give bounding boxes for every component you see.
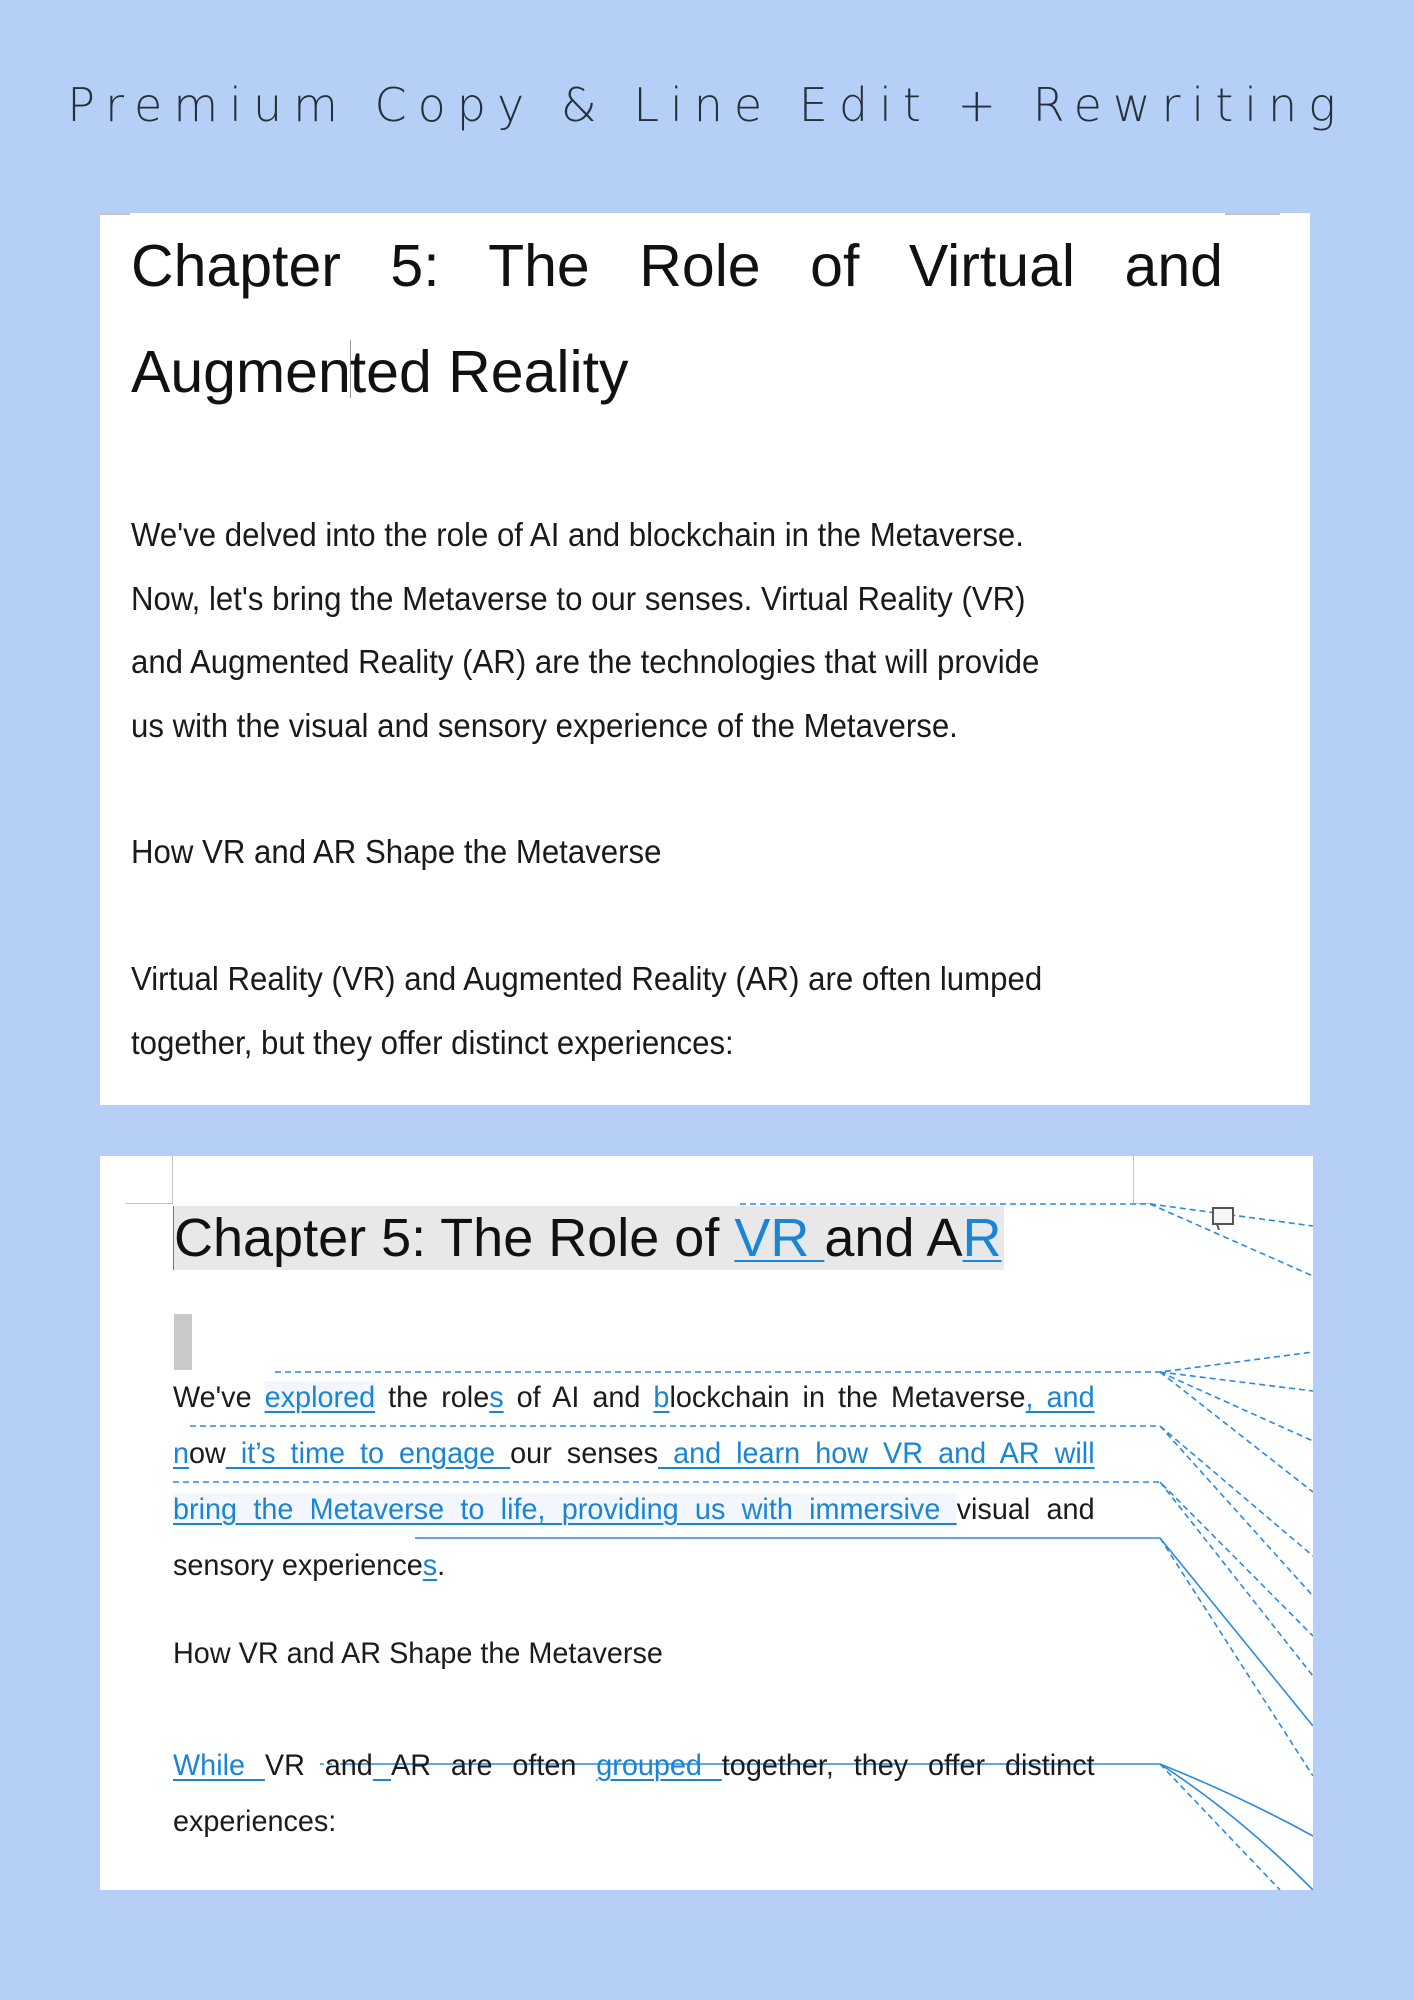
inserted-text[interactable]: grouped bbox=[596, 1749, 722, 1782]
empty-paragraph-marker bbox=[174, 1314, 192, 1370]
change-connector bbox=[1159, 1371, 1313, 1392]
text-line: We've delved into the role of AI and blo… bbox=[131, 516, 1024, 553]
inserted-text[interactable]: While bbox=[173, 1749, 265, 1782]
edited-chapter-heading: Chapter 5: The Role of VR and AR bbox=[173, 1206, 1004, 1270]
inserted-text[interactable]: b bbox=[653, 1381, 669, 1414]
margin-corner-mark bbox=[172, 1156, 173, 1203]
change-connector bbox=[275, 1351, 1313, 1373]
original-text: together, they offer distinct bbox=[721, 1749, 1095, 1782]
original-text: experiences: bbox=[173, 1805, 337, 1838]
change-connector bbox=[1159, 1425, 1313, 1597]
comment-icon[interactable] bbox=[1212, 1207, 1234, 1225]
edited-document-page: Chapter 5: The Role of VR and AR We've e… bbox=[100, 1156, 1313, 1890]
heading-line: Augmented Reality bbox=[131, 319, 1223, 425]
heading-text: and A bbox=[824, 1208, 963, 1268]
inserted-text[interactable]: it’s time to engage bbox=[226, 1437, 510, 1470]
original-text: our senses bbox=[510, 1437, 659, 1470]
format-change-connector bbox=[1159, 1763, 1313, 1890]
text-line: We've explored the roles of AI and block… bbox=[173, 1370, 1095, 1426]
inserted-text[interactable]: VR bbox=[734, 1208, 824, 1268]
original-subheading: How VR and AR Shape the Metaverse bbox=[131, 833, 662, 870]
text-line: and Augmented Reality (AR) are the techn… bbox=[131, 643, 1040, 680]
change-connector bbox=[1159, 1371, 1313, 1442]
inserted-text[interactable]: s bbox=[489, 1381, 503, 1414]
change-connector bbox=[1159, 1371, 1313, 1493]
margin-corner-mark bbox=[100, 213, 130, 215]
margin-corner-mark bbox=[1133, 1156, 1134, 1203]
heading-text: ted Reality bbox=[349, 339, 629, 405]
edited-paragraph-intro: We've explored the roles of AI and block… bbox=[173, 1370, 1133, 1594]
original-document-page: Chapter 5: The Role of Virtual and Augme… bbox=[100, 213, 1310, 1105]
inserted-text[interactable] bbox=[373, 1749, 391, 1782]
text-line: While VR and AR are often grouped togeth… bbox=[173, 1738, 1095, 1794]
text-line: sensory experiences. bbox=[173, 1538, 1095, 1594]
original-text: of AI and bbox=[503, 1381, 654, 1414]
original-chapter-heading: Chapter 5: The Role of Virtual and Augme… bbox=[131, 213, 1223, 425]
original-text: the role bbox=[375, 1381, 490, 1414]
inserted-text[interactable]: s bbox=[423, 1549, 437, 1582]
margin-corner-mark bbox=[1133, 1203, 1153, 1204]
original-text: We've bbox=[173, 1381, 265, 1414]
original-text: visual and bbox=[956, 1493, 1095, 1526]
original-text: ow bbox=[189, 1437, 226, 1470]
original-paragraph-intro: We've delved into the role of AI and blo… bbox=[131, 503, 1171, 757]
text-line: bring the Metaverse to life, providing u… bbox=[173, 1482, 1095, 1538]
text-line: together, but they offer distinct experi… bbox=[131, 1023, 734, 1061]
inserted-text[interactable]: bring the Metaverse to life, providing u… bbox=[173, 1493, 957, 1526]
original-text: AR are often bbox=[391, 1749, 597, 1782]
subheading-text: How VR and AR Shape the Metaverse bbox=[173, 1637, 663, 1670]
change-connector bbox=[1159, 1481, 1313, 1677]
edited-paragraph-distinct: While VR and AR are often grouped togeth… bbox=[173, 1738, 1133, 1850]
margin-corner-mark bbox=[1225, 213, 1280, 215]
heading-line: Chapter 5: The Role of Virtual and bbox=[131, 233, 1223, 299]
original-text: sensory experience bbox=[173, 1549, 423, 1582]
original-text: lockchain in the Metaverse bbox=[669, 1381, 1026, 1414]
banner-title: Premium Copy & Line Edit + Rewriting bbox=[67, 78, 1347, 132]
original-text: VR and bbox=[264, 1749, 373, 1782]
change-connector bbox=[1159, 1537, 1313, 1777]
original-paragraph-distinct: Virtual Reality (VR) and Augmented Reali… bbox=[131, 947, 1171, 1074]
text-line: us with the visual and sensory experienc… bbox=[131, 706, 958, 744]
heading-text: Chapter 5: The Role of bbox=[174, 1208, 735, 1268]
margin-corner-mark bbox=[126, 1203, 173, 1204]
text-line: now it’s time to engage our senses and l… bbox=[173, 1426, 1095, 1482]
change-connector bbox=[1159, 1763, 1281, 1890]
inserted-text[interactable]: , and bbox=[1026, 1381, 1095, 1414]
edited-subheading: How VR and AR Shape the Metaverse bbox=[173, 1626, 1133, 1682]
inserted-text[interactable]: explored bbox=[264, 1381, 376, 1414]
inserted-text[interactable]: and learn how VR and AR will bbox=[658, 1437, 1095, 1470]
text-line: experiences: bbox=[173, 1794, 1095, 1850]
text-line: Virtual Reality (VR) and Augmented Reali… bbox=[131, 960, 1043, 997]
heading-text: Augmen bbox=[131, 339, 351, 405]
inserted-text[interactable]: n bbox=[173, 1437, 189, 1470]
text-line: Now, let's bring the Metaverse to our se… bbox=[131, 579, 1026, 617]
original-text: . bbox=[437, 1549, 446, 1582]
inserted-text[interactable]: R bbox=[963, 1208, 1002, 1268]
